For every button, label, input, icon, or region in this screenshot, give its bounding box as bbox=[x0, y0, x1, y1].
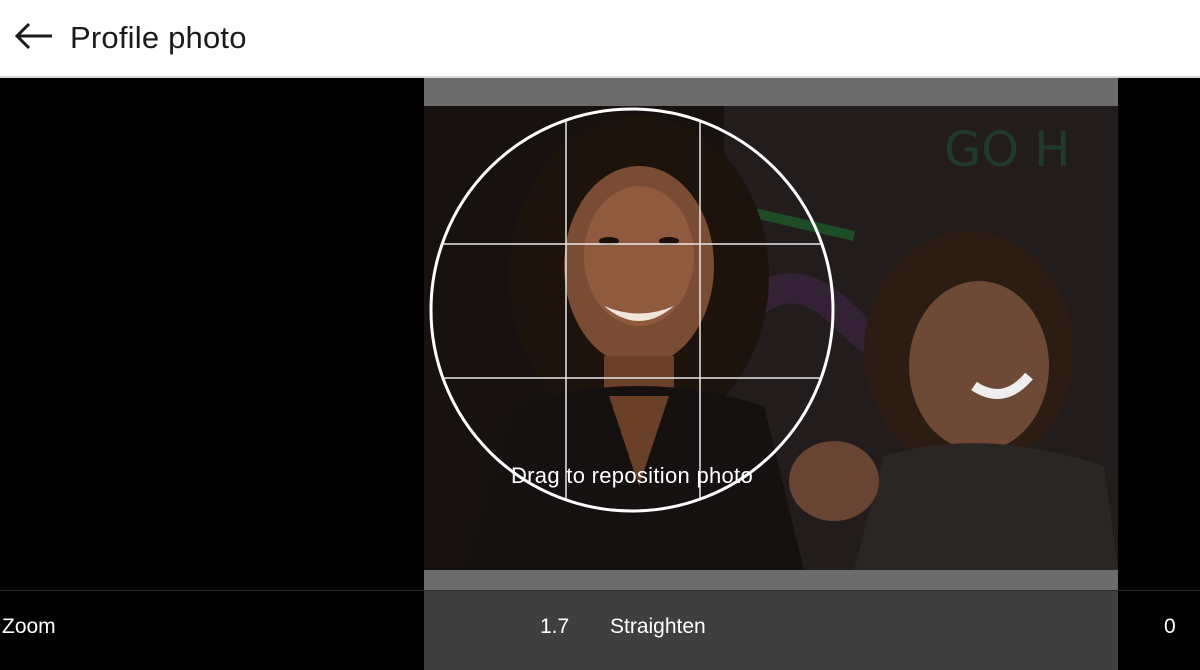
straighten-label: Straighten bbox=[610, 615, 706, 638]
svg-text:GO H: GO H bbox=[944, 122, 1070, 178]
header-bar: Profile photo bbox=[0, 0, 1200, 78]
controls-backdrop bbox=[424, 591, 1118, 670]
reposition-hint: Drag to reposition photo bbox=[510, 463, 753, 488]
straighten-value: 0 bbox=[1164, 615, 1176, 638]
zoom-label: Zoom bbox=[2, 615, 56, 638]
crop-stage: GO H bbox=[0, 78, 1200, 590]
page-title: Profile photo bbox=[70, 20, 247, 55]
back-button[interactable] bbox=[14, 18, 54, 58]
crop-circle[interactable] bbox=[428, 106, 836, 514]
zoom-value: 1.7 bbox=[540, 615, 570, 638]
adjust-controls: Zoom 1.7 Straighten 0 bbox=[0, 590, 1200, 670]
arrow-left-icon bbox=[14, 21, 54, 56]
